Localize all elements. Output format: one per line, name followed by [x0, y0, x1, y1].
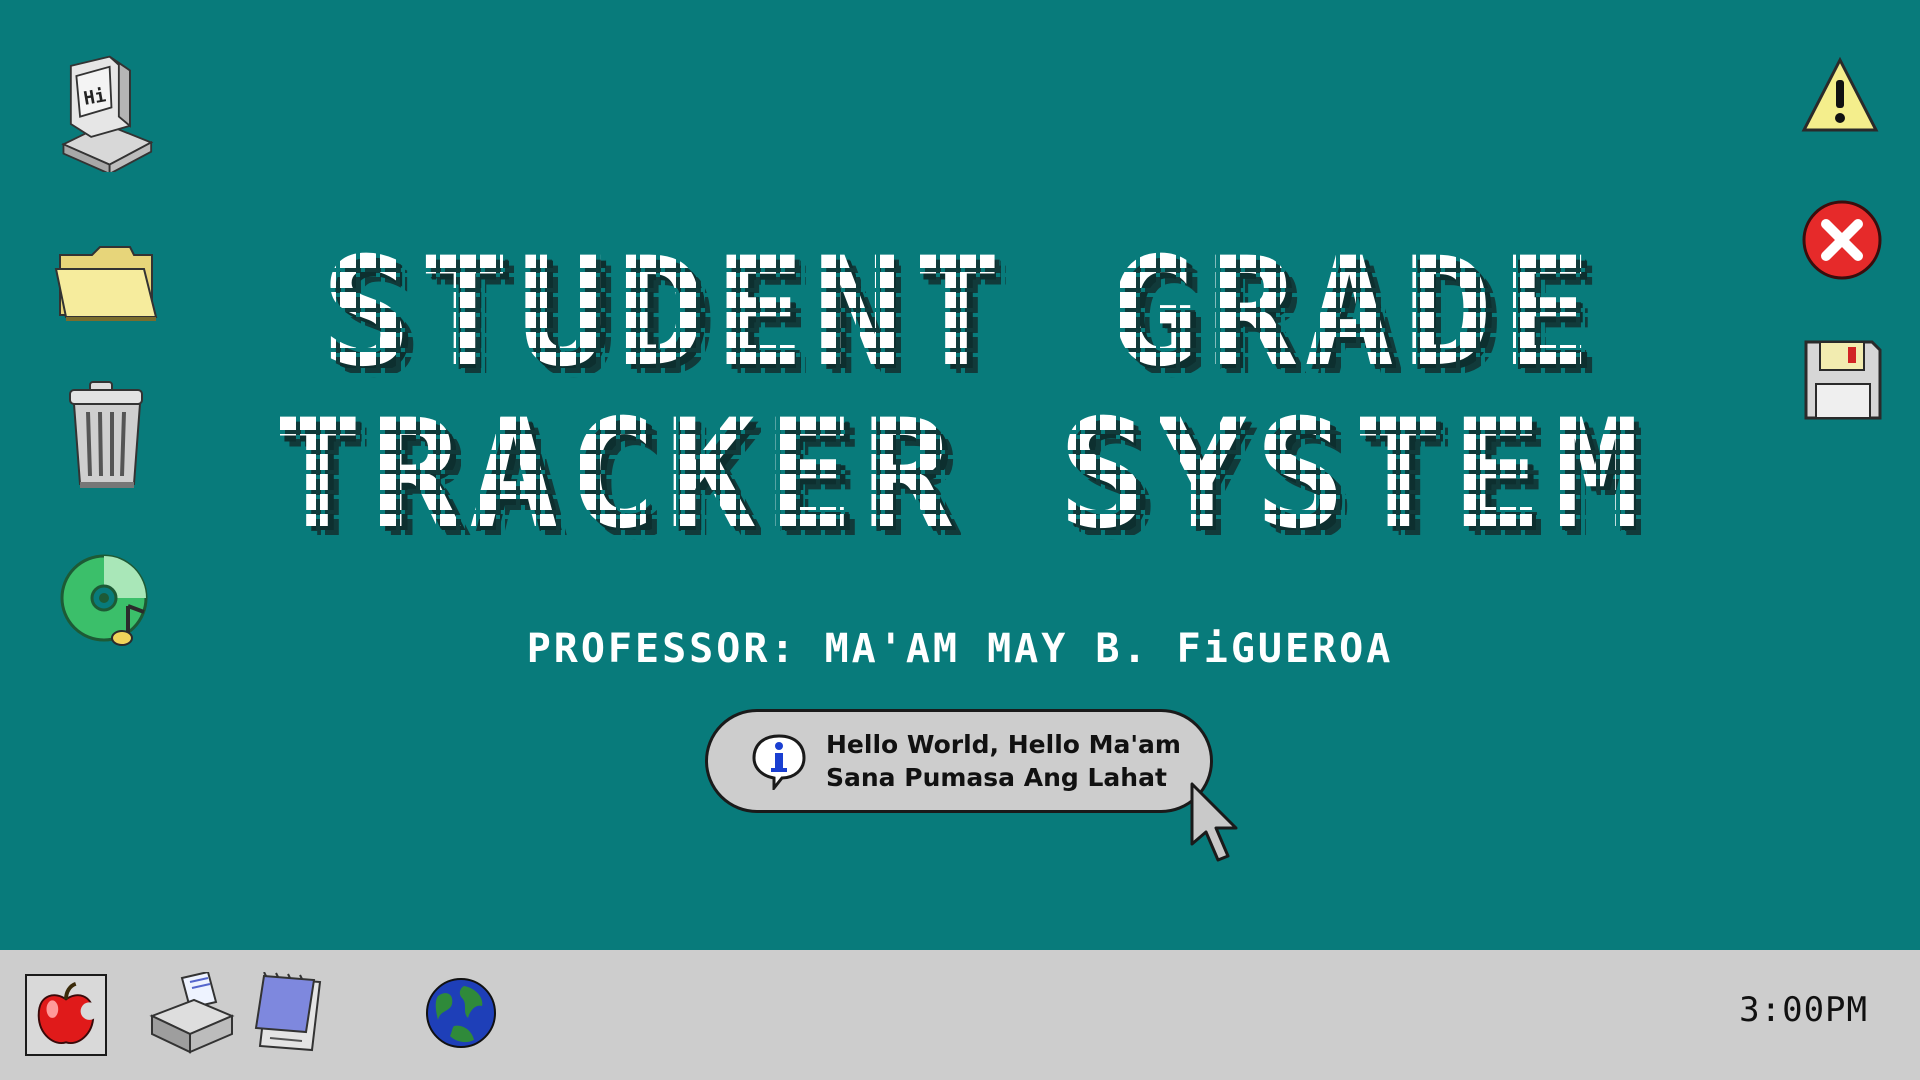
notepad-icon[interactable]	[250, 972, 326, 1056]
title-line-2: TRACKER SYSTEM	[271, 388, 1649, 562]
globe-icon[interactable]	[424, 976, 498, 1050]
professor-name: PROFESSOR: MA'AM MAY B. FiGUEROA	[526, 626, 1394, 672]
tooltip-text: Hello World, Hello Ma'am Sana Pumasa Ang…	[826, 728, 1181, 794]
tooltip-line-2: Sana Pumasa Ang Lahat	[826, 763, 1167, 792]
taskbar: 3:00PM	[0, 950, 1920, 1080]
tooltip-line-1: Hello World, Hello Ma'am	[826, 730, 1181, 759]
taskbar-clock: 3:00PM	[1739, 990, 1868, 1030]
printer-icon[interactable]	[146, 972, 236, 1056]
apple-start-icon[interactable]	[25, 974, 107, 1056]
my-computer-icon[interactable]: Hi	[50, 52, 160, 172]
my-computer-label: Hi	[82, 85, 108, 110]
mouse-cursor-icon	[1188, 780, 1244, 870]
desktop: Hi STUDENT GRADE TRACKER SYSTEM PROFESSO…	[0, 0, 1920, 950]
info-icon	[750, 732, 808, 790]
tooltip-bubble[interactable]: Hello World, Hello Ma'am Sana Pumasa Ang…	[705, 709, 1213, 813]
title-line-1: STUDENT GRADE	[321, 226, 1599, 400]
page-title: STUDENT GRADE TRACKER SYSTEM	[0, 232, 1920, 556]
warning-icon[interactable]	[1800, 56, 1880, 136]
